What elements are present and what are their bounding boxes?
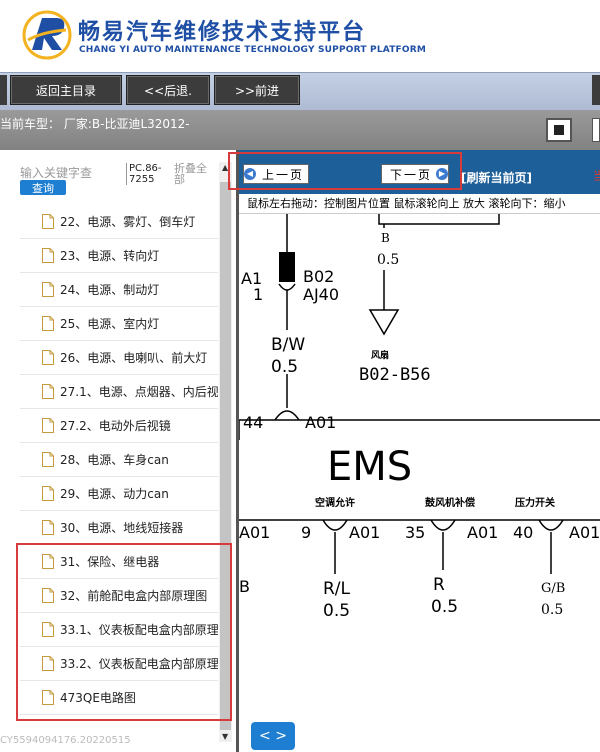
- label-fan: 风扇: [371, 349, 389, 361]
- page-nav-button[interactable]: < >: [251, 722, 295, 750]
- label-44: 44: [243, 413, 263, 432]
- scroll-down-icon[interactable]: ▼: [222, 732, 228, 741]
- arrow-right-icon: ▶: [436, 168, 448, 180]
- vehicle-label: 当前车型：: [0, 117, 61, 131]
- file-icon: [42, 486, 54, 501]
- prev-page-label: 上一页: [262, 167, 305, 182]
- label-ems: EMS: [327, 444, 412, 490]
- label-one: 1: [253, 285, 263, 304]
- next-page-button[interactable]: 下一页 ▶: [381, 164, 449, 184]
- next-page-label: 下一页: [390, 167, 433, 182]
- tree-item[interactable]: 27.2、电动外后视镜: [20, 409, 218, 443]
- tree-item[interactable]: 22、电源、雾灯、倒车灯: [20, 205, 218, 239]
- file-icon: [42, 248, 54, 263]
- label-col2: 鼓风机补偿: [425, 496, 475, 509]
- label-col1: 空调允许: [315, 496, 355, 509]
- home-button[interactable]: 返回主目录: [10, 75, 122, 105]
- label-a01-2: A01: [349, 523, 380, 542]
- help-bar: 鼠标左右拖动：控制图片位置 鼠标滚轮向上 放大 滚轮向下：缩小: [239, 194, 600, 214]
- tree-item[interactable]: 24、电源、制动灯: [20, 273, 218, 307]
- tree-item-label: 28、电源、车身can: [60, 453, 169, 467]
- label-r: R: [433, 575, 445, 595]
- tree-item-label: 25、电源、室内灯: [60, 317, 160, 331]
- tree-item[interactable]: 27.1、电源、点烟器、内后视: [20, 375, 218, 409]
- label-top-b: B: [381, 231, 390, 245]
- label-a01-3: A01: [467, 523, 498, 542]
- tree-item-label: 27.1、电源、点烟器、内后视: [60, 385, 218, 399]
- label-a01-4: A01: [569, 523, 600, 542]
- tree-item-label: 27.2、电动外后视镜: [60, 419, 171, 433]
- footer-id: CY5594094176.20220515: [0, 735, 131, 746]
- file-icon: [42, 452, 54, 467]
- label-bw05: 0.5: [271, 357, 298, 377]
- label-rl05: 0.5: [323, 601, 350, 621]
- prev-page-button[interactable]: ◀ 上一页: [243, 164, 309, 184]
- tree-item-label: 24、电源、制动灯: [60, 283, 160, 297]
- page-root: 畅易汽车维修技术支持平台 CHANG YI AUTO MAINTENANCE T…: [0, 0, 600, 752]
- tree-item[interactable]: 25、电源、室内灯: [20, 307, 218, 341]
- label-bw: B/W: [271, 335, 305, 355]
- file-icon: [42, 214, 54, 229]
- pc-info: PC.86-7255: [126, 163, 170, 185]
- file-icon: [42, 418, 54, 433]
- tree-item-label: 29、电源、动力can: [60, 487, 169, 501]
- viewer-toolbar: ◀ 上一页 下一页 ▶ [刷新当前页] 当: [228, 150, 600, 194]
- label-a01-top: A01: [305, 413, 336, 432]
- tree-item[interactable]: 30、电源、地线短接器: [20, 511, 218, 545]
- app-title: 畅易汽车维修技术支持平台: [78, 20, 367, 45]
- forward-button[interactable]: >>前进: [214, 75, 300, 105]
- label-35: 35: [405, 523, 425, 542]
- back-button[interactable]: <<后退.: [126, 75, 210, 105]
- tree-item-label: 23、电源、转向灯: [60, 249, 160, 263]
- label-40: 40: [513, 523, 533, 542]
- wiring-diagram[interactable]: B 0.5 A1 B02 1 AJ40 B/W 0.5 风扇 B02-B56 4…: [239, 214, 600, 752]
- tree-item-label: 26、电源、电喇叭、前大灯: [60, 351, 208, 365]
- vehicle-info: 当前车型： 厂家:B-比亚迪L32012-: [0, 115, 190, 132]
- label-a01-1: A01: [239, 523, 270, 542]
- current-label: 当: [593, 169, 600, 183]
- logo-icon: [22, 10, 72, 60]
- viewer-panel: ◀ 上一页 下一页 ▶ [刷新当前页] 当 鼠标左右拖动：控制图片位置 鼠标滚轮…: [228, 150, 600, 752]
- file-icon: [42, 282, 54, 297]
- vehicle-bar: 当前车型： 厂家:B-比亚迪L32012-: [0, 110, 600, 150]
- list-highlight-box: [16, 543, 232, 721]
- label-top-05: 0.5: [377, 252, 399, 268]
- tree-item-label: 30、电源、地线短接器: [60, 521, 184, 535]
- arrow-left-icon: ◀: [244, 168, 256, 180]
- file-icon: [42, 384, 54, 399]
- label-r05: 0.5: [431, 597, 458, 617]
- tree-item[interactable]: 28、电源、车身can: [20, 443, 218, 477]
- nav-bar: 返回主目录 <<后退. >>前进: [0, 72, 600, 110]
- vehicle-extra-button[interactable]: [592, 118, 600, 142]
- tree-item[interactable]: 26、电源、电喇叭、前大灯: [20, 341, 218, 375]
- tree-item[interactable]: 29、电源、动力can: [20, 477, 218, 511]
- label-rl: R/L: [323, 579, 351, 599]
- nav-extra-button[interactable]: [592, 75, 600, 105]
- toggle-icon: [554, 125, 564, 135]
- file-icon: [42, 350, 54, 365]
- search-input[interactable]: 输入关键字查: [20, 164, 120, 181]
- diagram-canvas: B 0.5 A1 B02 1 AJ40 B/W 0.5 风扇 B02-B56 4…: [239, 214, 600, 621]
- label-gb: G/B: [541, 581, 565, 596]
- panel-toggle-button[interactable]: [546, 118, 572, 142]
- app-subtitle: CHANG YI AUTO MAINTENANCE TECHNOLOGY SUP…: [79, 45, 427, 55]
- fold-all-button[interactable]: 折叠全部: [174, 163, 216, 185]
- tree-item[interactable]: 23、电源、转向灯: [20, 239, 218, 273]
- label-gb05: 0.5: [541, 602, 563, 618]
- app-header: 畅易汽车维修技术支持平台 CHANG YI AUTO MAINTENANCE T…: [0, 0, 600, 72]
- fuse-block: [279, 252, 295, 282]
- search-button[interactable]: 查询: [20, 180, 66, 195]
- label-col3: 压力开关: [515, 496, 555, 509]
- nav-edge: [0, 75, 7, 105]
- label-aj40: AJ40: [303, 285, 339, 304]
- file-icon: [42, 520, 54, 535]
- refresh-button[interactable]: [刷新当前页]: [461, 169, 532, 186]
- label-b02: B02: [303, 267, 334, 286]
- file-icon: [42, 316, 54, 331]
- label-b-left: B: [239, 577, 250, 596]
- label-9: 9: [301, 523, 311, 542]
- label-b02b56: B02-B56: [359, 365, 431, 385]
- tree-item-label: 22、电源、雾灯、倒车灯: [60, 215, 196, 229]
- vehicle-value: 厂家:B-比亚迪L32012-: [63, 117, 190, 131]
